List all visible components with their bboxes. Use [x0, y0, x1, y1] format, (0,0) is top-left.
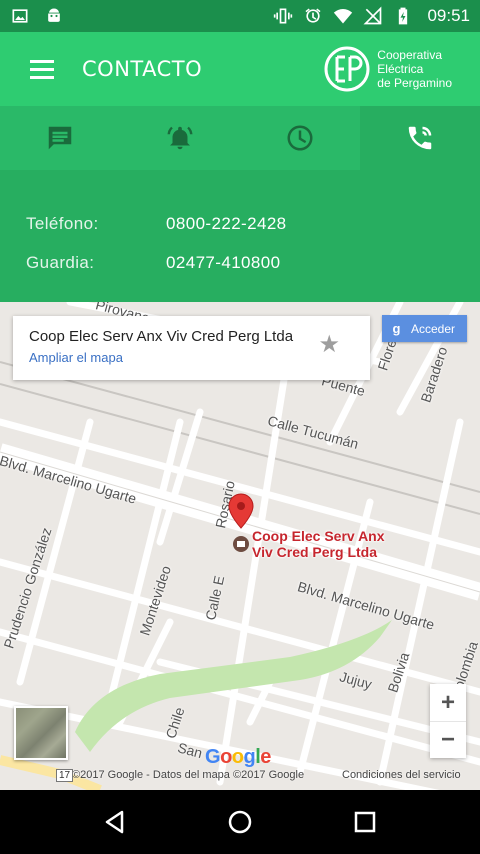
google-logo: Google [205, 746, 271, 768]
route-shield: 17 [56, 769, 74, 782]
guard-value[interactable]: 02477-410800 [166, 253, 280, 273]
satellite-toggle[interactable] [14, 706, 68, 760]
google-plus-icon: g [392, 321, 401, 336]
sign-in-button[interactable]: g Acceder [382, 315, 467, 342]
android-icon [44, 6, 64, 26]
chat-icon [48, 126, 72, 150]
recents-icon [355, 811, 376, 833]
place-info-card: Coop Elec Serv Anx Viv Cred Perg Ltda Am… [13, 316, 370, 380]
wifi-icon [333, 6, 353, 26]
battery-charging-icon [393, 6, 413, 26]
menu-button[interactable] [14, 41, 70, 97]
tab-alerts[interactable] [120, 106, 240, 170]
map-attribution: ©2017 Google - Datos del mapa ©2017 Goog… [72, 769, 305, 781]
zoom-out-button[interactable]: − [430, 721, 466, 758]
contact-panel: Teléfono: 0800-222-2428 Guardia: 02477-4… [0, 170, 480, 302]
vibrate-icon [273, 6, 293, 26]
logo-line-3: de Pergamino [377, 76, 452, 90]
tab-schedule[interactable] [240, 106, 360, 170]
no-signal-icon [363, 6, 383, 26]
status-bar: 09:51 [0, 0, 480, 32]
home-icon [228, 810, 252, 834]
logo-line-1: Cooperativa [377, 48, 442, 62]
marker-label: Coop Elec Serv Anx Viv Cred Perg Ltda [252, 528, 385, 560]
home-button[interactable] [216, 798, 264, 846]
guard-label: Guardia: [26, 252, 95, 272]
alarm-icon [303, 6, 323, 26]
system-nav-bar [0, 790, 480, 854]
star-icon[interactable]: ★ [318, 330, 340, 359]
back-button[interactable] [91, 798, 139, 846]
tab-messages[interactable] [0, 106, 120, 170]
expand-map-link[interactable]: Ampliar el mapa [29, 350, 123, 365]
cep-logo-mark [324, 46, 370, 92]
sign-in-label: Acceder [411, 321, 456, 336]
hamburger-icon [30, 67, 54, 71]
recents-button[interactable] [341, 798, 389, 846]
contact-row-guard: Guardia: 02477-410800 [26, 243, 480, 282]
status-time: 09:51 [427, 6, 470, 25]
zoom-in-button[interactable]: + [430, 684, 466, 721]
phone-call-icon [408, 126, 432, 150]
app-bar: CONTACTO Cooperativa Eléctrica de Pergam… [0, 32, 480, 106]
tab-bar [0, 106, 480, 170]
marker-label-line-2: Viv Cred Perg Ltda [252, 544, 378, 560]
tab-contact[interactable] [360, 106, 480, 170]
zoom-controls: + − [430, 684, 466, 758]
phone-value[interactable]: 0800-222-2428 [166, 214, 287, 234]
terms-link[interactable]: Condiciones del servicio [342, 769, 461, 781]
logo-line-2: Eléctrica [377, 62, 424, 76]
contact-row-phone: Teléfono: 0800-222-2428 [26, 204, 480, 243]
map-view[interactable]: Calle Tucumán Blvd. Marcelino Ugarte Blv… [0, 302, 480, 790]
page-title: CONTACTO [82, 57, 203, 81]
cooperativa-logo: Cooperativa Eléctrica de Pergamino [323, 45, 452, 93]
marker-label-line-1: Coop Elec Serv Anx [252, 528, 385, 544]
back-icon [105, 810, 123, 834]
image-icon [10, 6, 30, 26]
alarm-bell-icon [167, 126, 193, 150]
clock-icon [287, 125, 313, 151]
phone-label: Teléfono: [26, 213, 99, 233]
